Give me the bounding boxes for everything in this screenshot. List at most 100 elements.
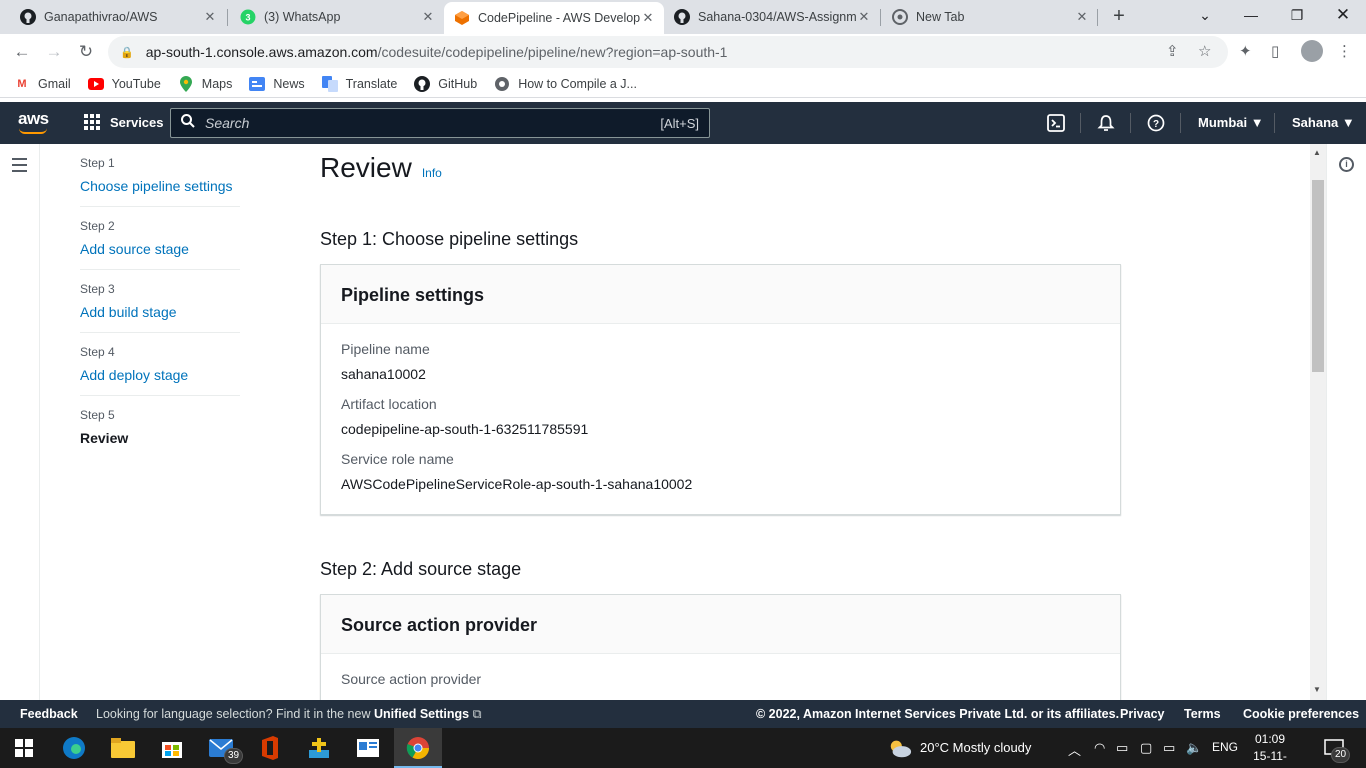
cookie-preferences-link[interactable]: Cookie preferences (1243, 707, 1359, 721)
side-panel-icon[interactable]: ▯ (1271, 42, 1279, 60)
wizard-step-1: Step 1 Choose pipeline settings (80, 144, 240, 207)
wizard-step-5: Step 5 Review (80, 396, 240, 459)
clock[interactable]: 01:09 15-11-2022 (1240, 731, 1300, 768)
github-icon (20, 9, 36, 25)
chrome-menu-icon[interactable]: ⋮ (1337, 42, 1352, 60)
bookmark-how-to-compile[interactable]: How to Compile a J... (494, 76, 637, 92)
scroll-up-arrow-icon[interactable]: ▲ (1313, 148, 1321, 157)
whatsapp-icon: 3 (240, 9, 256, 25)
weather-text[interactable]: 20°C Mostly cloudy (920, 740, 1031, 755)
wizard-step-link[interactable]: Choose pipeline settings (80, 178, 240, 194)
page-title: Review (320, 152, 412, 183)
tab-search-chevron-icon[interactable]: ⌄ (1182, 0, 1228, 30)
bookmark-star-icon[interactable]: ☆ (1198, 42, 1211, 60)
bookmark-youtube[interactable]: YouTube (87, 76, 161, 92)
caret-down-icon: ▼ (1341, 115, 1355, 130)
github-icon (414, 75, 431, 92)
back-arrow-icon[interactable]: ← (12, 42, 32, 62)
browser-tab[interactable]: Ganapathivrao/AWS ✕ (0, 0, 226, 34)
browser-tab[interactable]: 3 (3) WhatsApp ✕ (220, 0, 444, 34)
browser-tab[interactable]: New Tab ✕ (882, 0, 1098, 34)
bookmark-github[interactable]: GitHub (414, 75, 477, 92)
svg-text:3: 3 (245, 13, 250, 23)
info-link[interactable]: Info (422, 166, 442, 180)
privacy-link[interactable]: Privacy (1120, 707, 1164, 721)
bookmark-maps[interactable]: Maps (178, 75, 232, 92)
file-explorer-icon[interactable] (111, 736, 135, 760)
hamburger-menu-icon[interactable] (12, 158, 27, 176)
battery-icon[interactable]: ▭ (1163, 740, 1175, 756)
microsoft-store-icon[interactable] (160, 736, 184, 760)
gmail-icon: M (17, 77, 27, 90)
bookmark-gmail[interactable]: M Gmail (14, 76, 70, 92)
new-tab-plus-icon[interactable]: + (1108, 5, 1130, 27)
network-wifi-icon[interactable]: ◠ (1094, 740, 1105, 756)
pipeline-settings-panel: Pipeline settings Pipeline name sahana10… (320, 264, 1121, 515)
wizard-step-4: Step 4 Add deploy stage (80, 333, 240, 396)
aws-smile-icon (19, 128, 47, 134)
header-divider (1274, 113, 1275, 133)
bookmark-news[interactable]: News (249, 76, 305, 92)
display-icon[interactable]: ▢ (1140, 740, 1152, 756)
wizard-steps-nav: Step 1 Choose pipeline settings Step 2 A… (80, 144, 240, 459)
cloudshell-icon[interactable] (1047, 114, 1065, 132)
app-icon[interactable] (307, 736, 331, 760)
url-bar[interactable]: 🔒 ap-south-1.console.aws.amazon.com/code… (108, 36, 1228, 68)
wizard-step-link[interactable]: Add source stage (80, 241, 240, 257)
feedback-link[interactable]: Feedback (20, 707, 78, 721)
wizard-step-link[interactable]: Add deploy stage (80, 367, 240, 383)
news-app-icon[interactable] (356, 736, 380, 760)
codepipeline-icon (454, 10, 470, 26)
unified-settings-link[interactable]: Unified Settings (374, 707, 469, 721)
bookmark-translate[interactable]: Translate (321, 75, 397, 92)
chrome-icon[interactable] (406, 736, 430, 760)
side-nav-rail (0, 144, 40, 700)
language-indicator[interactable]: ENG (1212, 740, 1238, 754)
aws-search-input[interactable]: Search [Alt+S] (170, 108, 710, 138)
close-tab-icon[interactable]: ✕ (640, 10, 656, 26)
pipeline-name-field: Pipeline name sahana10002 (341, 341, 430, 382)
page-scrollbar[interactable]: ▲ ▼ (1310, 144, 1326, 700)
extensions-puzzle-icon[interactable]: ✦ (1239, 42, 1252, 60)
help-question-icon[interactable]: ? (1147, 114, 1165, 132)
step1-heading: Step 1: Choose pipeline settings (320, 229, 579, 249)
browser-tab[interactable]: Sahana-0304/AWS-Assignme ✕ (664, 0, 880, 34)
scrollbar-thumb[interactable] (1312, 180, 1324, 372)
close-tab-icon[interactable]: ✕ (420, 9, 436, 25)
volume-icon[interactable]: 🔈 (1186, 740, 1202, 756)
terms-link[interactable]: Terms (1184, 707, 1221, 721)
close-tab-icon[interactable]: ✕ (202, 9, 218, 25)
services-menu-button[interactable]: Services (84, 114, 164, 130)
minimize-icon[interactable]: — (1228, 0, 1274, 30)
aws-logo[interactable]: aws (18, 109, 49, 134)
region-selector[interactable]: Mumbai ▼ (1198, 115, 1264, 130)
show-hidden-icons-chevron-icon[interactable]: ︿ (1068, 740, 1081, 759)
chrome-icon (892, 9, 908, 25)
restore-icon[interactable]: ❐ (1274, 0, 1320, 30)
scroll-down-arrow-icon[interactable]: ▼ (1313, 685, 1321, 694)
meet-now-icon[interactable]: ▭ (1116, 740, 1128, 756)
panel-title: Pipeline settings (321, 265, 1120, 324)
notification-count-badge: 20 (1331, 747, 1351, 763)
external-link-icon: ⧉ (472, 707, 482, 721)
weather-cloudy-icon[interactable] (888, 736, 912, 760)
close-tab-icon[interactable]: ✕ (1074, 9, 1090, 25)
info-panel-icon[interactable]: i (1339, 157, 1354, 172)
reload-icon[interactable]: ↻ (76, 42, 96, 62)
profile-avatar[interactable] (1301, 40, 1323, 62)
edge-browser-icon[interactable] (62, 736, 86, 760)
close-tab-icon[interactable]: ✕ (856, 9, 872, 25)
windows-start-icon[interactable] (12, 736, 36, 760)
globe-icon (494, 76, 510, 92)
office-icon[interactable] (258, 736, 282, 760)
wizard-step-link[interactable]: Add build stage (80, 304, 240, 320)
service-role-name-field: Service role name AWSCodePipelineService… (341, 451, 693, 492)
account-menu[interactable]: Sahana ▼ (1292, 115, 1355, 130)
browser-tab-active[interactable]: CodePipeline - AWS Develop ✕ (444, 2, 664, 34)
language-notice: Looking for language selection? Find it … (96, 707, 482, 721)
header-divider (1080, 113, 1081, 133)
close-window-icon[interactable]: ✕ (1320, 0, 1366, 30)
notifications-bell-icon[interactable] (1097, 114, 1115, 132)
share-icon[interactable]: ⇪ (1166, 42, 1179, 60)
forward-arrow-icon[interactable]: → (44, 42, 64, 62)
